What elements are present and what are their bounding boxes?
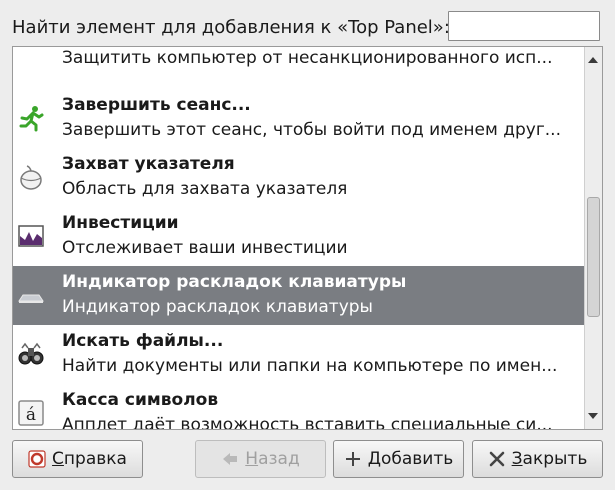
plus-icon [345,452,360,466]
list-item-investments[interactable]: Инвестиции Отслеживает ваши инвестиции [13,207,585,266]
list-item-character-palette[interactable]: á Касса символов Апплет даёт возможность… [13,384,585,429]
applet-list[interactable]: Защитить компьютер от несанкционированно… [12,46,603,430]
item-description: Индикатор раскладок клавиатуры [62,297,373,317]
help-button-label: Справка [52,449,127,469]
search-label: Найти элемент для добавления к «Top Pane… [12,17,450,38]
item-description: Апплет даёт возможность вставить специал… [62,415,553,429]
list-item-search-files[interactable]: Искать файлы... Найти документы или папк… [13,325,585,384]
item-description: Защитить компьютер от несанкционированно… [62,48,553,68]
binoculars-icon [18,342,44,365]
lifebuoy-icon [28,450,46,468]
item-name: Касса символов [62,390,219,410]
item-name: Инвестиции [62,213,179,233]
keyboard-icon [18,294,44,303]
running-man-icon [19,106,44,132]
add-button[interactable]: Добавить [333,440,464,478]
item-description: Область для захвата указателя [62,179,348,199]
chart-icon [18,225,44,247]
item-description: Отслеживает ваши инвестиции [62,238,348,258]
scrollbar-thumb[interactable] [587,197,600,317]
mouse-icon [20,165,42,190]
char-glyph: á [26,405,36,425]
close-button-label: Закрыть [511,449,588,469]
back-button[interactable]: Назад [195,440,326,478]
search-input[interactable] [448,11,600,41]
list-viewport: Защитить компьютер от несанкционированно… [13,47,585,429]
item-name: Захват указателя [62,154,235,174]
item-description: Завершить этот сеанс, чтобы войти под им… [62,120,561,140]
add-button-label: Добавить [367,449,454,469]
list-item-keyboard-indicator[interactable]: Индикатор раскладок клавиатуры Индикатор… [13,266,585,325]
back-button-label: Назад [245,449,300,469]
character-icon: á [18,400,44,426]
item-name: Индикатор раскладок клавиатуры [62,272,407,292]
item-name: Завершить сеанс... [62,95,251,115]
vertical-scrollbar[interactable] [584,47,602,429]
close-icon [489,451,504,467]
list-item-lock[interactable]: Защитить компьютер от несанкционированно… [13,47,585,89]
list-item-logout[interactable]: Завершить сеанс... Завершить этот сеанс,… [13,89,585,148]
item-description: Найти документы или папки на компьютере … [62,356,558,376]
list-item-pointer-capture[interactable]: Захват указателя Область для захвата ука… [13,148,585,207]
close-button[interactable]: Закрыть [472,440,603,478]
items: Защитить компьютер от несанкционированно… [13,47,585,429]
item-name: Искать файлы... [62,331,224,351]
help-button[interactable]: Справка [12,440,143,478]
scroll-down-arrow-icon[interactable] [588,413,598,419]
scroll-up-arrow-icon[interactable] [588,57,598,63]
arrow-left-icon [223,453,238,465]
search-row: Найти элемент для добавления к «Top Pane… [0,0,615,46]
